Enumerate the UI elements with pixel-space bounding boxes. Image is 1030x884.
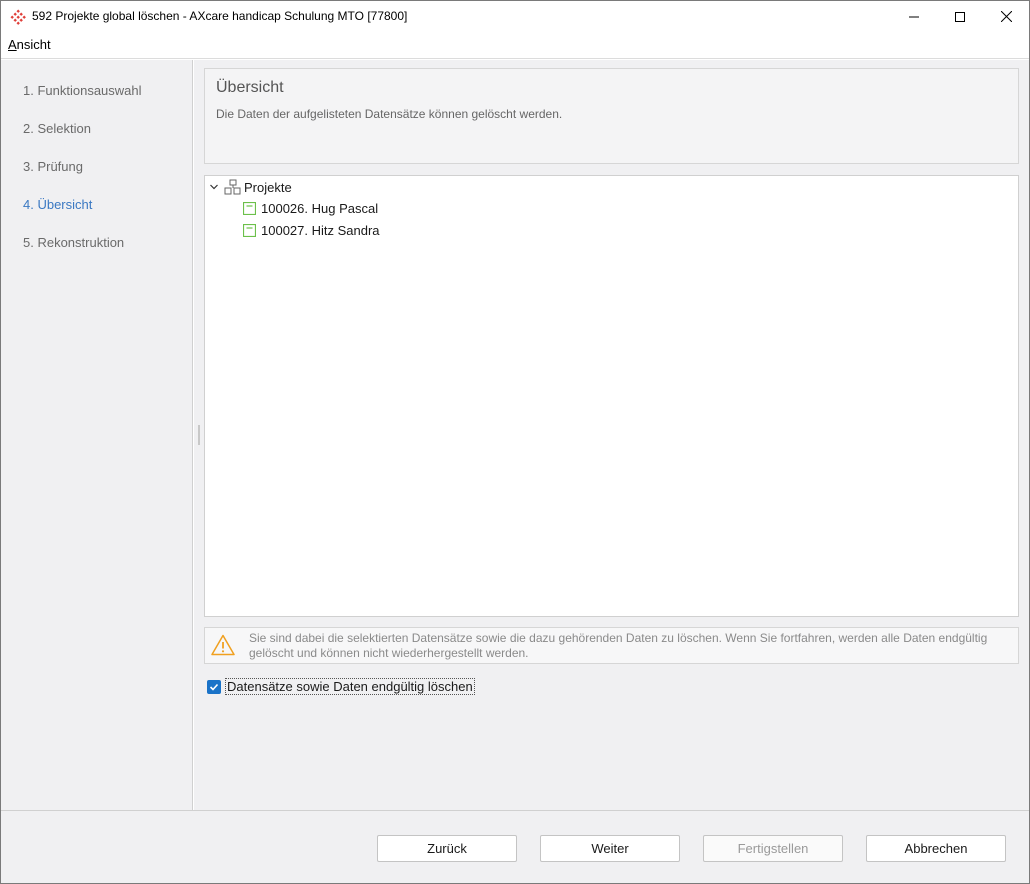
cancel-button[interactable]: Abbrechen [866, 835, 1006, 862]
window-title: 592 Projekte global löschen - AXcare han… [32, 9, 408, 23]
tree-item-label: 100027. Hitz Sandra [261, 223, 380, 238]
app-logo-icon [10, 9, 26, 25]
wizard-footer: Zurück Weiter Fertigstellen Abbrechen [1, 810, 1029, 883]
warning-icon [211, 634, 235, 656]
hierarchy-icon [224, 179, 241, 195]
tree-item[interactable]: 100026. Hug Pascal [243, 201, 378, 216]
title-bar: 592 Projekte global löschen - AXcare han… [1, 1, 1029, 32]
menu-ansicht-mnemonic: A [8, 37, 17, 52]
back-button[interactable]: Zurück [377, 835, 517, 862]
page-title: Übersicht [216, 79, 284, 96]
next-button[interactable]: Weiter [540, 835, 680, 862]
tree-node-label: Projekte [244, 179, 292, 195]
tree-node-projekte[interactable]: Projekte [209, 179, 292, 195]
minimize-icon [909, 16, 919, 17]
confirm-delete-label[interactable]: Datensätze sowie Daten endgültig löschen [225, 678, 475, 695]
step-uebersicht[interactable]: 4. Übersicht [23, 197, 92, 212]
tree-item-label: 100026. Hug Pascal [261, 201, 379, 216]
record-tree: Projekte 100026. Hug Pascal 100027. Hitz… [204, 175, 1019, 617]
step-selektion[interactable]: 2. Selektion [23, 121, 91, 136]
menu-ansicht-label: nsicht [16, 37, 51, 52]
confirm-delete-option[interactable]: Datensätze sowie Daten endgültig löschen [207, 678, 475, 695]
warning-message: Sie sind dabei die selektierten Datensät… [204, 627, 1019, 664]
warning-text: Sie sind dabei die selektierten Datensät… [249, 631, 988, 660]
step-pruefung[interactable]: 3. Prüfung [23, 159, 83, 174]
step-rekonstruktion[interactable]: 5. Rekonstruktion [23, 235, 124, 250]
finish-button[interactable]: Fertigstellen [703, 835, 843, 862]
minimize-button[interactable] [891, 1, 937, 32]
splitter-handle[interactable] [198, 425, 200, 445]
maximize-button[interactable] [937, 1, 983, 32]
overview-header: Übersicht Die Daten der aufgelisteten Da… [204, 68, 1019, 164]
checkmark-icon [209, 683, 219, 691]
wizard-window: 592 Projekte global löschen - AXcare han… [0, 0, 1030, 884]
page-description: Die Daten der aufgelisteten Datensätze k… [216, 107, 563, 121]
menu-ansicht[interactable]: Ansicht [8, 37, 51, 52]
menu-bar: Ansicht [1, 32, 1029, 59]
close-button[interactable] [983, 1, 1029, 32]
confirm-delete-checkbox[interactable] [207, 679, 221, 694]
step-funktionsauswahl[interactable]: 1. Funktionsauswahl [23, 83, 142, 98]
close-icon [1000, 11, 1012, 22]
chevron-down-icon[interactable] [209, 182, 219, 192]
record-icon [243, 224, 256, 237]
record-icon [243, 202, 256, 215]
tree-item[interactable]: 100027. Hitz Sandra [243, 223, 380, 238]
maximize-icon [955, 11, 965, 22]
